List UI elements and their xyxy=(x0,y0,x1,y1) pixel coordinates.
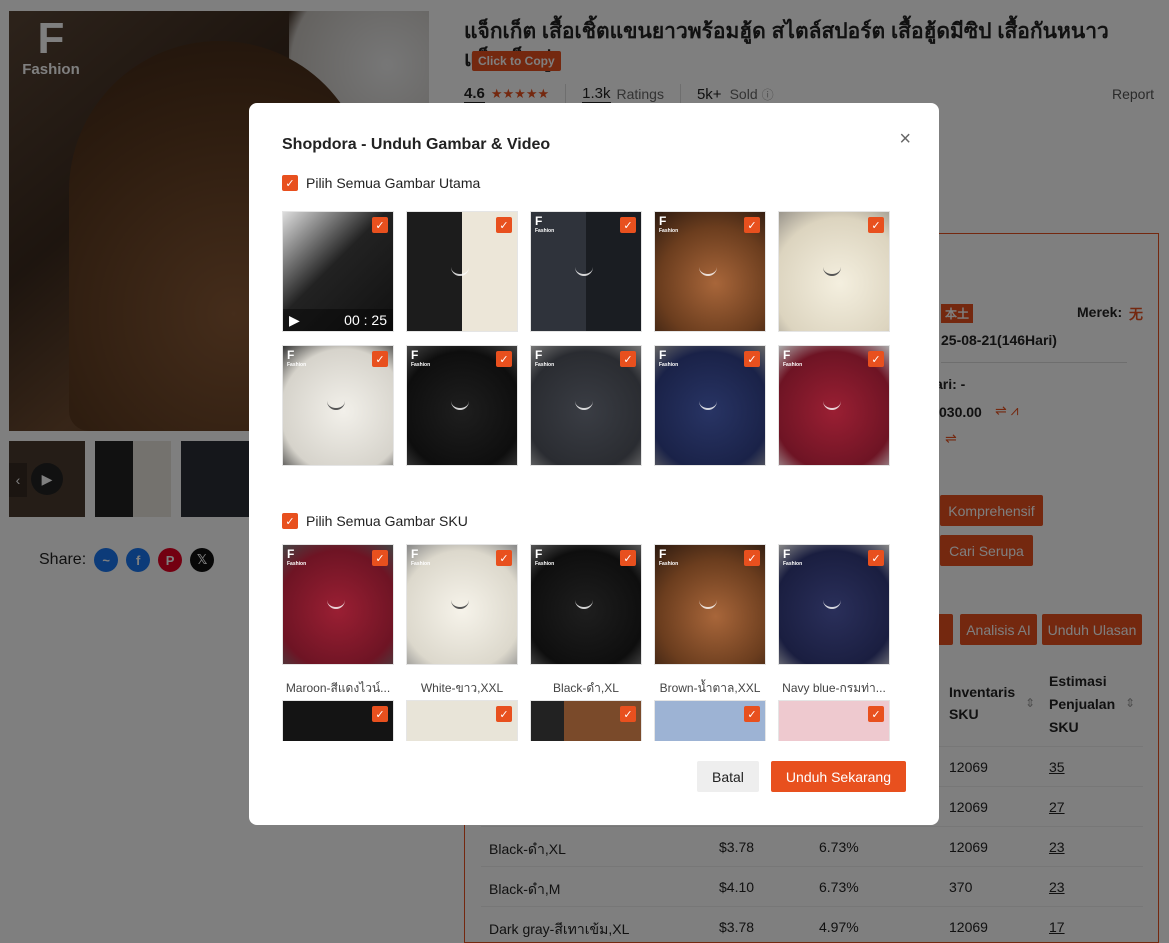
checkbox-icon[interactable]: ✓ xyxy=(620,351,636,367)
download-modal: Shopdora - Unduh Gambar & Video × ✓ Pili… xyxy=(249,103,939,825)
brand-logo: F Fashion xyxy=(535,547,555,567)
close-icon[interactable]: × xyxy=(899,129,911,149)
checkbox-icon[interactable]: ✓ xyxy=(372,217,388,233)
brand-logo: F Fashion xyxy=(783,547,803,567)
sku-caption: Brown-น้ำตาล,XXL xyxy=(659,681,761,695)
brand-logo: F Fashion xyxy=(411,348,431,368)
main-image-thumb[interactable]: F Fashion ✓ xyxy=(530,345,642,466)
sku-image-thumb[interactable]: F Fashion ✓ xyxy=(530,544,642,665)
select-sku-label: Pilih Semua Gambar SKU xyxy=(306,513,468,529)
main-image-thumb[interactable]: ✓ xyxy=(406,211,518,332)
brand-logo: F Fashion xyxy=(535,348,555,368)
video-icon: ▶ xyxy=(289,311,300,328)
sku-caption: Maroon-สีแดงไวน์... xyxy=(285,681,391,695)
checkbox-icon[interactable]: ✓ xyxy=(496,217,512,233)
main-image-thumb[interactable]: F Fashion ✓ xyxy=(654,211,766,332)
sku-image-thumb[interactable]: F Fashion ✓ xyxy=(654,544,766,665)
checkbox-icon[interactable]: ✓ xyxy=(744,351,760,367)
checkbox-icon[interactable]: ✓ xyxy=(496,706,512,722)
brand-logo: F Fashion xyxy=(659,547,679,567)
main-image-thumb[interactable]: F Fashion ✓ xyxy=(778,345,890,466)
select-main-label: Pilih Semua Gambar Utama xyxy=(306,175,481,191)
sku-caption: White-ขาว,XXL xyxy=(420,681,504,695)
sku-image-thumb[interactable]: F Fashion ✓ xyxy=(406,544,518,665)
checkbox-icon[interactable]: ✓ xyxy=(620,217,636,233)
sku-image-thumb[interactable]: ✓ xyxy=(778,700,890,741)
checkbox-icon[interactable]: ✓ xyxy=(868,217,884,233)
main-image-thumb[interactable]: F Fashion ✓ xyxy=(530,211,642,332)
brand-logo: F Fashion xyxy=(287,348,307,368)
sku-image-thumb[interactable]: ✓ xyxy=(654,700,766,741)
sku-image-thumb[interactable]: ✓ xyxy=(282,700,394,741)
brand-logo: F Fashion xyxy=(783,348,803,368)
checkbox-icon[interactable]: ✓ xyxy=(496,351,512,367)
sku-caption: Black-ดำ,XL xyxy=(553,681,619,695)
checkbox-icon[interactable]: ✓ xyxy=(372,351,388,367)
sku-image-thumb[interactable]: F Fashion ✓ xyxy=(282,544,394,665)
brand-logo: F Fashion xyxy=(659,214,679,234)
checkbox-select-sku[interactable]: ✓ xyxy=(282,513,298,529)
checkbox-select-main[interactable]: ✓ xyxy=(282,175,298,191)
select-sku-row[interactable]: ✓ Pilih Semua Gambar SKU xyxy=(282,513,468,529)
sku-caption: Navy blue-กรมท่า... xyxy=(782,681,886,695)
checkbox-icon[interactable]: ✓ xyxy=(744,706,760,722)
main-video-thumb[interactable]: ✓ ▶ 00 : 25 xyxy=(282,211,394,332)
checkbox-icon[interactable]: ✓ xyxy=(496,550,512,566)
brand-logo: F Fashion xyxy=(287,547,307,567)
main-image-thumb[interactable]: F Fashion ✓ xyxy=(282,345,394,466)
sku-image-thumb[interactable]: ✓ xyxy=(530,700,642,741)
video-bar: ▶ 00 : 25 xyxy=(283,309,393,331)
brand-logo: F Fashion xyxy=(659,348,679,368)
checkbox-icon[interactable]: ✓ xyxy=(620,706,636,722)
main-image-thumb[interactable]: ✓ xyxy=(778,211,890,332)
image-grid: ✓ ▶ 00 : 25 ✓ FFashion ✓ FFashion ✓ ✓ xyxy=(282,211,912,741)
checkbox-icon[interactable]: ✓ xyxy=(868,550,884,566)
checkbox-icon[interactable]: ✓ xyxy=(744,550,760,566)
checkbox-icon[interactable]: ✓ xyxy=(744,217,760,233)
download-now-button[interactable]: Unduh Sekarang xyxy=(770,761,906,792)
checkbox-icon[interactable]: ✓ xyxy=(372,550,388,566)
main-image-thumb[interactable]: F Fashion ✓ xyxy=(654,345,766,466)
checkbox-icon[interactable]: ✓ xyxy=(868,351,884,367)
checkbox-icon[interactable]: ✓ xyxy=(868,706,884,722)
brand-logo: F Fashion xyxy=(411,547,431,567)
main-image-thumb[interactable]: F Fashion ✓ xyxy=(406,345,518,466)
checkbox-icon[interactable]: ✓ xyxy=(620,550,636,566)
sku-image-thumb[interactable]: F Fashion ✓ xyxy=(778,544,890,665)
select-main-row[interactable]: ✓ Pilih Semua Gambar Utama xyxy=(282,175,480,191)
brand-logo: F Fashion xyxy=(535,214,555,234)
cancel-button[interactable]: Batal xyxy=(697,761,759,792)
video-time: 00 : 25 xyxy=(344,312,387,328)
checkbox-icon[interactable]: ✓ xyxy=(372,706,388,722)
modal-title: Shopdora - Unduh Gambar & Video xyxy=(282,136,551,153)
sku-image-thumb[interactable]: ✓ xyxy=(406,700,518,741)
modal-footer: Batal Unduh Sekarang xyxy=(697,761,906,792)
